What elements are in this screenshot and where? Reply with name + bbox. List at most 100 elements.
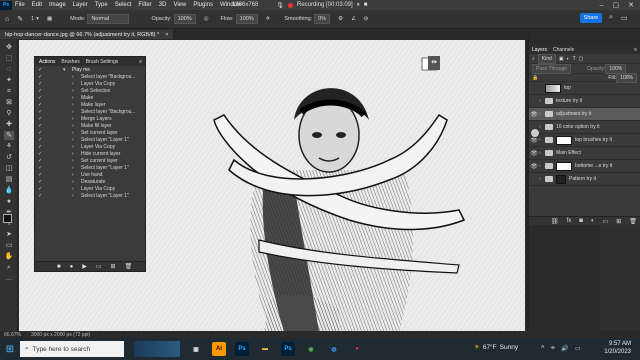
chevron-right-icon[interactable]: › bbox=[72, 137, 74, 143]
fx-icon[interactable]: fx bbox=[567, 218, 572, 224]
lasso-tool-icon[interactable]: ◌ bbox=[4, 65, 14, 74]
layer-row[interactable]: › texture try it bbox=[529, 95, 640, 108]
pressure-opacity-icon[interactable]: ◎ bbox=[204, 16, 209, 22]
menu-image[interactable]: Image bbox=[49, 2, 66, 8]
checkmark-icon[interactable]: ✓ bbox=[38, 102, 44, 108]
action-step-row[interactable]: ✓ › Layer Via Copy bbox=[35, 143, 145, 150]
action-step-row[interactable]: ✓ › Merge Layers bbox=[35, 115, 145, 122]
close-icon[interactable]: ✕ bbox=[628, 1, 634, 9]
more-tools-icon[interactable]: … bbox=[4, 274, 14, 283]
blur-tool-icon[interactable]: 💧 bbox=[4, 186, 14, 195]
checkmark-icon[interactable]: ✓ bbox=[38, 151, 44, 157]
checkmark-icon[interactable]: ✓ bbox=[38, 186, 44, 192]
taskbar-clock[interactable]: 9:57 AM 1/20/2023 bbox=[591, 340, 631, 356]
play-icon[interactable]: ▶ bbox=[82, 263, 87, 270]
tab-close-icon[interactable]: × bbox=[165, 32, 168, 38]
menu-layer[interactable]: Layer bbox=[73, 2, 88, 8]
action-step-row[interactable]: ✓ › Select layer "Backgrou... bbox=[35, 108, 145, 115]
history-brush-tool-icon[interactable]: ↺ bbox=[4, 153, 14, 162]
tab-brush-settings[interactable]: Brush Settings bbox=[86, 59, 119, 65]
layer-row[interactable]: 👁 › top brushes try it bbox=[529, 134, 640, 147]
workspace-icon[interactable]: ▭ bbox=[621, 14, 628, 22]
layer-row[interactable]: 👁 › Main Effect bbox=[529, 147, 640, 160]
share-button[interactable]: Share bbox=[580, 13, 602, 23]
crop-tool-icon[interactable]: ⌗ bbox=[4, 87, 14, 96]
menu-view[interactable]: View bbox=[173, 2, 186, 8]
brush-settings-icon[interactable]: ▦ bbox=[47, 16, 52, 22]
minimize-icon[interactable]: – bbox=[600, 2, 604, 9]
quick-select-tool-icon[interactable]: ✦ bbox=[4, 76, 14, 85]
checkmark-icon[interactable]: ✓ bbox=[38, 193, 44, 199]
airbrush-icon[interactable]: ✈ bbox=[266, 16, 271, 22]
action-step-row[interactable]: ✓ › Layer Via Copy bbox=[35, 80, 145, 87]
foreground-color-swatch[interactable] bbox=[3, 214, 12, 223]
path-select-tool-icon[interactable]: ➤ bbox=[4, 230, 14, 239]
symmetry-icon[interactable]: ⦶ bbox=[364, 16, 368, 23]
dodge-tool-icon[interactable]: ● bbox=[4, 197, 14, 206]
chevron-right-icon[interactable]: › bbox=[72, 116, 74, 122]
filter-kind-dropdown[interactable]: Kind bbox=[537, 53, 556, 64]
menu-type[interactable]: Type bbox=[95, 2, 108, 8]
action-step-row[interactable]: ✓ › Layer Via Copy bbox=[35, 185, 145, 192]
menu-edit[interactable]: Edit bbox=[32, 2, 42, 8]
menu-filter[interactable]: Filter bbox=[138, 2, 151, 8]
hand-tool-icon[interactable]: ✋ bbox=[4, 252, 14, 261]
chevron-right-icon[interactable]: › bbox=[72, 158, 74, 164]
network-icon[interactable]: ⌯ bbox=[551, 345, 556, 352]
pause-icon[interactable]: ⏸ bbox=[357, 2, 360, 9]
microphone-icon[interactable]: 🎙 bbox=[276, 2, 284, 9]
move-tool-icon[interactable]: ✥ bbox=[4, 43, 14, 52]
action-step-row[interactable]: ✓ › Set current layer bbox=[35, 129, 145, 136]
blend-mode-dropdown[interactable]: Pass Through bbox=[532, 63, 572, 74]
checkmark-icon[interactable]: ✓ bbox=[38, 137, 44, 143]
photoshop-app-icon-2[interactable]: Ps bbox=[281, 342, 295, 356]
checkmark-icon[interactable]: ✓ bbox=[38, 165, 44, 171]
adjustment-layer-icon[interactable]: ◐ bbox=[591, 218, 595, 224]
visibility-eye-icon[interactable]: 👁 bbox=[529, 163, 539, 170]
menu-plugins[interactable]: Plugins bbox=[193, 2, 213, 8]
action-step-row[interactable]: ✓ › Hide current layer bbox=[35, 150, 145, 157]
action-step-row[interactable]: ✓ › Select layer "Backgrou... bbox=[35, 73, 145, 80]
layer-row[interactable]: 👁 › adjustment try it bbox=[529, 108, 640, 121]
chevron-right-icon[interactable]: › bbox=[72, 144, 74, 150]
windows-start-icon[interactable]: ⊞ bbox=[0, 338, 20, 360]
action-step-row[interactable]: ✓ › Make layer bbox=[35, 101, 145, 108]
layer-mask-thumbnail[interactable] bbox=[556, 174, 566, 184]
chevron-right-icon[interactable]: › bbox=[72, 123, 74, 129]
chevron-right-icon[interactable]: › bbox=[72, 193, 74, 199]
clone-stamp-tool-icon[interactable]: ⚘ bbox=[4, 142, 14, 151]
layer-fill-input[interactable]: 100% bbox=[616, 72, 637, 83]
chevron-up-icon[interactable]: ˄ bbox=[541, 345, 545, 352]
link-icon[interactable]: ⛓ bbox=[551, 218, 559, 225]
frame-tool-icon[interactable]: ⊠ bbox=[4, 98, 14, 107]
delete-icon[interactable]: 🗑 bbox=[125, 263, 133, 270]
edge-icon[interactable]: ◍ bbox=[327, 342, 341, 356]
chevron-right-icon[interactable]: › bbox=[72, 186, 74, 192]
new-group-icon[interactable]: ▭ bbox=[603, 218, 609, 225]
checkmark-icon[interactable]: ✓ bbox=[38, 179, 44, 185]
action-step-row[interactable]: ✓ › Select layer "Layer 1" bbox=[35, 192, 145, 199]
filter-type-icon[interactable]: T bbox=[573, 56, 576, 62]
tab-layers[interactable]: Layers bbox=[532, 47, 547, 53]
action-step-row[interactable]: ✓ › Set current layer bbox=[35, 157, 145, 164]
eraser-tool-icon[interactable]: ◫ bbox=[4, 164, 14, 173]
chevron-right-icon[interactable]: › bbox=[72, 88, 74, 94]
chevron-down-icon[interactable]: ▾ bbox=[63, 67, 66, 73]
maximize-icon[interactable]: ▢ bbox=[613, 1, 620, 9]
chevron-right-icon[interactable]: › bbox=[72, 130, 74, 136]
visibility-eye-icon[interactable]: 👁 bbox=[529, 111, 539, 118]
zoom-tool-icon[interactable]: ⌕ bbox=[4, 263, 14, 272]
photoshop-app-icon[interactable]: Ps bbox=[235, 342, 249, 356]
illustrator-app-icon[interactable]: Ai bbox=[212, 342, 226, 356]
delete-icon[interactable]: 🗑 bbox=[629, 218, 637, 225]
search-highlight-image[interactable] bbox=[134, 341, 180, 357]
chevron-right-icon[interactable]: › bbox=[72, 109, 74, 115]
checkmark-icon[interactable]: ✓ bbox=[38, 88, 44, 94]
checkmark-icon[interactable]: ✓ bbox=[38, 95, 44, 101]
tab-brushes[interactable]: Brushes bbox=[61, 59, 79, 65]
mode-dropdown[interactable]: Normal bbox=[87, 14, 130, 24]
brush-tool-icon[interactable]: ✎ bbox=[17, 15, 23, 23]
checkmark-icon[interactable]: ✓ bbox=[38, 158, 44, 164]
filter-pixel-icon[interactable]: ▣ bbox=[559, 56, 564, 62]
file-explorer-icon[interactable]: ▬ bbox=[258, 342, 272, 356]
